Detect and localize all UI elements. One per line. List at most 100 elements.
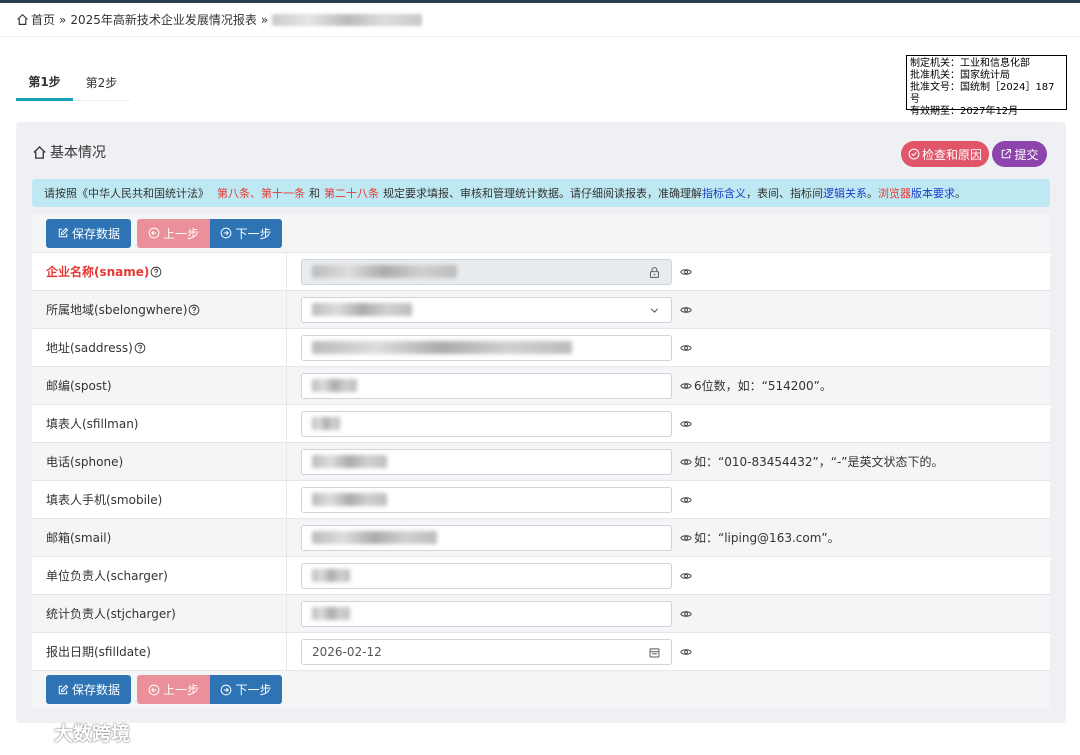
field-label-text: 企业名称(sname) [46,265,150,279]
next-step-label: 下一步 [235,226,272,241]
redacted-value [312,607,350,620]
field-label: 所属地域(sbelongwhere) [32,291,287,328]
form-row-sphone: 电话(sphone) 如：“010-83454432”，“-”是英文状态下的。 [32,442,1050,480]
field-label-text: 地址(saddress) [46,341,133,355]
field-label: 统计负责人(stjcharger) [32,595,287,632]
eye-icon[interactable] [680,380,692,392]
watermark: 大数跨境 [8,719,130,746]
prev-step-button[interactable]: 上一步 [137,675,210,704]
eye-icon[interactable] [680,266,692,278]
breadcrumb-separator: » [260,12,269,27]
notice-law-article: 第二十八条 [324,187,379,200]
form-row-stjcharger: 统计负责人(stjcharger) [32,594,1050,632]
check-reason-button[interactable]: 检查和原因 [901,141,989,167]
redacted-value [312,417,340,430]
field-label-text: 报出日期(sfilldate) [46,645,151,659]
home-icon [33,145,46,159]
save-data-label: 保存数据 [71,683,120,697]
notice-text: 和 [309,187,320,200]
edit-icon [58,227,69,238]
save-data-button[interactable]: 保存数据 [46,218,131,248]
redacted-value [312,493,387,506]
notice-law-articles: 第八条、第十一条 [217,187,305,200]
field-label-text: 所属地域(sbelongwhere) [46,303,188,317]
company-name-input[interactable] [301,258,672,285]
help-circle-icon[interactable] [150,266,162,278]
redacted-value [312,341,572,354]
eye-icon[interactable] [680,418,692,430]
form-row-sname: 企业名称(sname) [32,252,1050,290]
submit-button[interactable]: 提交 [992,141,1047,167]
watermark-text: 大数跨境 [54,723,131,745]
form-row-smobile: 填表人手机(smobile) [32,480,1050,518]
email-input[interactable] [301,524,672,551]
breadcrumb-report[interactable]: 2025年高新技术企业发展情况报表 [70,11,257,28]
form-row-sbelongwhere: 所属地域(sbelongwhere) [32,290,1050,328]
breadcrumb-home[interactable]: 首页 [31,11,55,28]
lock-icon [649,266,660,278]
approval-line: 批准机关：国家统计局 [910,70,1010,81]
next-step-button[interactable]: 下一步 [210,218,282,248]
field-label-text: 邮编(spost) [46,379,112,393]
field-label-text: 电话(sphone) [46,455,124,469]
next-step-label: 下一步 [235,683,272,697]
stat-head-input[interactable] [301,600,672,627]
version-requirement-link[interactable]: 版本要求 [911,185,955,201]
basic-info-panel: 基本情况 检查和原因 提交 请按照《中华人民共和国统计法》 第八条、第十一条 和… [16,122,1066,723]
form-row-sfillman: 填表人(sfillman) [32,404,1050,442]
watermark-logo-icon [8,723,47,742]
eye-icon[interactable] [680,608,692,620]
notice-banner: 请按照《中华人民共和国统计法》 第八条、第十一条 和 第二十八条 规定要求填报、… [32,179,1050,207]
redacted-value [312,455,387,468]
tab-step-1[interactable]: 第1步 [16,64,73,101]
panel-header: 基本情况 [32,142,106,162]
home-icon[interactable] [16,13,29,26]
calendar-icon[interactable] [648,646,661,659]
eye-icon[interactable] [680,456,692,468]
help-circle-icon[interactable] [188,304,200,316]
phone-input[interactable] [301,448,672,475]
field-label: 邮编(spost) [32,367,287,404]
field-label-text: 邮箱(smail) [46,531,112,545]
logic-relation-link[interactable]: 逻辑关系 [823,185,867,201]
region-select[interactable] [301,296,672,323]
edit-icon [58,684,69,694]
eye-icon[interactable] [680,532,692,544]
filler-name-input[interactable] [301,410,672,437]
unit-head-input[interactable] [301,562,672,589]
form-row-spost: 邮编(spost) 6位数，如：“514200”。 [32,366,1050,404]
eye-icon[interactable] [680,494,692,506]
help-circle-icon[interactable] [134,342,146,354]
eye-icon[interactable] [680,570,692,582]
eye-icon[interactable] [680,342,692,354]
fill-date-input[interactable]: 2026-02-12 [301,638,672,665]
field-label-text: 统计负责人(stjcharger) [46,607,176,621]
field-label-text: 填表人手机(smobile) [46,493,163,507]
fill-date-value: 2026-02-12 [312,644,382,659]
redacted-value [312,303,412,316]
tab-step-2[interactable]: 第2步 [73,64,130,101]
address-input[interactable] [301,334,672,361]
action-button-row-bottom: 保存数据 上一步 下一步 [32,670,1050,708]
arrow-right-circle-icon [221,684,232,695]
browser-link[interactable]: 浏览器 [878,185,911,201]
save-data-button[interactable]: 保存数据 [46,675,131,704]
postcode-input[interactable] [301,372,672,399]
notice-text: ，表间、指标间 [746,187,823,200]
field-label-text: 填表人(sfillman) [46,417,139,431]
prev-step-label: 上一步 [162,226,199,241]
mobile-input[interactable] [301,486,672,513]
step-tabs: 第1步 第2步 [16,64,130,101]
field-hint: 6位数，如：“514200”。 [694,379,832,393]
arrow-right-circle-icon [221,227,232,239]
indicator-meaning-link[interactable]: 指标含义 [702,185,746,201]
field-label-text: 单位负责人(scharger) [46,569,168,583]
notice-text: 请按照《中华人民共和国统计法》 [44,187,209,200]
field-label: 电话(sphone) [32,443,287,480]
eye-icon[interactable] [680,304,692,316]
prev-step-button[interactable]: 上一步 [137,218,210,248]
eye-icon[interactable] [680,646,692,658]
next-step-button[interactable]: 下一步 [210,675,282,704]
notice-text: 。 [867,187,878,200]
check-reason-label: 检查和原因 [921,147,982,162]
